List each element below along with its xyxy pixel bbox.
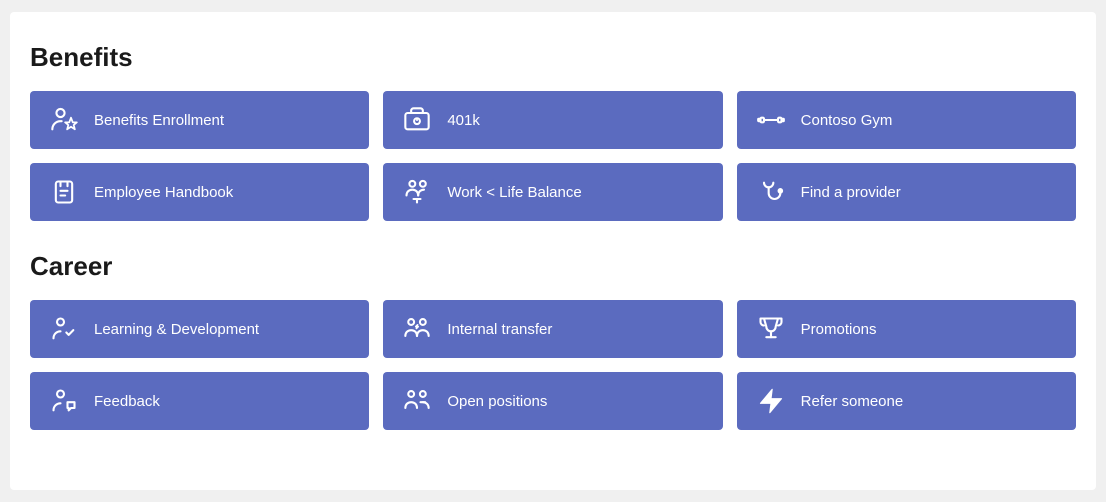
benefits-title: Benefits — [30, 42, 1076, 73]
find-provider-label: Find a provider — [801, 184, 1058, 201]
work-life-balance-card[interactable]: Work < Life Balance — [383, 163, 722, 221]
lightning-icon — [755, 385, 787, 417]
contoso-gym-card[interactable]: Contoso Gym — [737, 91, 1076, 149]
person-feedback-icon — [48, 385, 80, 417]
promotions-label: Promotions — [801, 321, 1058, 338]
people-arrows-icon — [401, 313, 433, 345]
stethoscope-icon — [755, 176, 787, 208]
401k-label: 401k — [447, 112, 704, 129]
work-life-balance-label: Work < Life Balance — [447, 184, 704, 201]
career-title: Career — [30, 251, 1076, 282]
people-balance-icon — [401, 176, 433, 208]
career-section: Career Learning & Development — [30, 251, 1076, 430]
internal-transfer-label: Internal transfer — [447, 321, 704, 338]
benefits-enrollment-card[interactable]: Benefits Enrollment — [30, 91, 369, 149]
learning-development-card[interactable]: Learning & Development — [30, 300, 369, 358]
contoso-gym-label: Contoso Gym — [801, 112, 1058, 129]
clipboard-icon — [48, 176, 80, 208]
open-positions-label: Open positions — [447, 393, 704, 410]
401k-card[interactable]: 401k — [383, 91, 722, 149]
promotions-card[interactable]: Promotions — [737, 300, 1076, 358]
people-open-icon — [401, 385, 433, 417]
main-container: Benefits Benefits Enrollment — [10, 12, 1096, 490]
find-provider-card[interactable]: Find a provider — [737, 163, 1076, 221]
person-learn-icon — [48, 313, 80, 345]
money-icon — [401, 104, 433, 136]
benefits-enrollment-label: Benefits Enrollment — [94, 112, 351, 129]
learning-development-label: Learning & Development — [94, 321, 351, 338]
benefits-grid: Benefits Enrollment 401k — [30, 91, 1076, 221]
refer-someone-card[interactable]: Refer someone — [737, 372, 1076, 430]
employee-handbook-label: Employee Handbook — [94, 184, 351, 201]
internal-transfer-card[interactable]: Internal transfer — [383, 300, 722, 358]
career-grid: Learning & Development Internal transfer — [30, 300, 1076, 430]
open-positions-card[interactable]: Open positions — [383, 372, 722, 430]
feedback-card[interactable]: Feedback — [30, 372, 369, 430]
person-star-icon — [48, 104, 80, 136]
benefits-section: Benefits Benefits Enrollment — [30, 42, 1076, 221]
employee-handbook-card[interactable]: Employee Handbook — [30, 163, 369, 221]
refer-someone-label: Refer someone — [801, 393, 1058, 410]
feedback-label: Feedback — [94, 393, 351, 410]
trophy-icon — [755, 313, 787, 345]
dumbbell-icon — [755, 104, 787, 136]
